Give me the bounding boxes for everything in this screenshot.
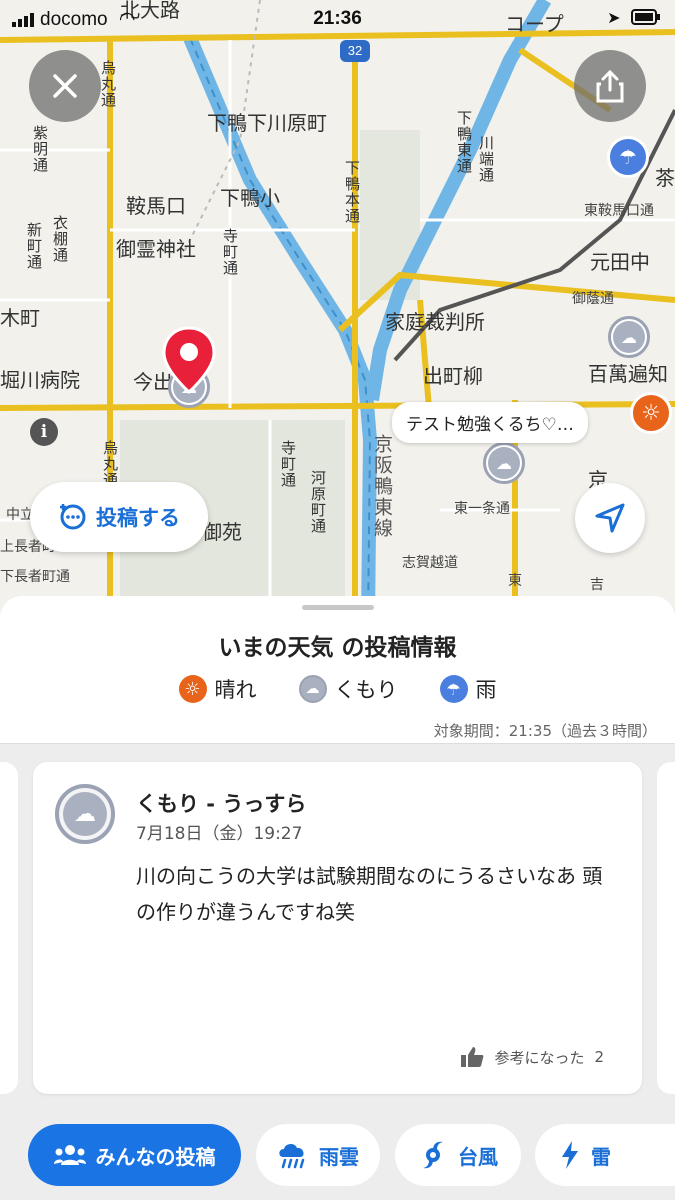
- location-arrow-icon: ➤: [607, 10, 621, 27]
- map-label: 下鴨本通: [343, 160, 361, 224]
- map-view[interactable]: 北大路 コープ 32 烏丸通 下鴨下川原町 下鴨本通 下鴨東通 川端通 紫明通 …: [0, 0, 675, 620]
- thumbs-up-icon: [461, 1047, 484, 1067]
- map-label: 下長者町通: [0, 569, 70, 585]
- station-label: 鞍馬口: [126, 194, 186, 218]
- cloud-icon: ☁: [298, 675, 327, 703]
- sun-icon: ☼: [178, 675, 207, 703]
- map-label: 御霊神社: [116, 237, 196, 261]
- current-location-button[interactable]: [575, 483, 645, 553]
- helpful-count: 2: [594, 1048, 604, 1066]
- legend-item-rain: ☂ 雨: [439, 674, 497, 704]
- map-label: 寺町通: [221, 228, 239, 276]
- next-post-card[interactable]: [657, 762, 675, 1094]
- status-bar: docomo ◠ 21:36 ➤: [0, 0, 675, 38]
- share-button[interactable]: [574, 50, 646, 122]
- map-label: 川端通: [477, 135, 495, 183]
- map-label: 堀川病院: [0, 368, 80, 392]
- legend-label: 晴れ: [214, 678, 257, 702]
- cloud-icon: ☁: [496, 453, 512, 473]
- post-button-label: 投稿する: [96, 506, 180, 530]
- close-icon: [53, 74, 77, 98]
- map-label: 吉: [590, 577, 604, 593]
- weather-legend: ☼ 晴れ ☁ くもり ☂ 雨: [0, 674, 675, 704]
- helpful-button[interactable]: 参考になった 2: [460, 1046, 604, 1068]
- map-label: 木町: [0, 306, 40, 330]
- bottom-sheet[interactable]: いまの天気 の投稿情報 ☼ 晴れ ☁ くもり ☂ 雨 対象期間：21:35（過去…: [0, 596, 675, 1200]
- info-icon[interactable]: i: [30, 418, 58, 446]
- map-label: 御蔭通: [572, 291, 614, 307]
- map-label: 紫明通: [31, 125, 49, 173]
- post-bubble[interactable]: テスト勉強くるち♡…: [392, 402, 588, 443]
- sun-icon: ☼: [641, 400, 661, 426]
- map-label: 下鴨小: [220, 186, 280, 210]
- map-label: 河原町通: [309, 470, 327, 534]
- post-title: くもり - うっすら: [136, 792, 307, 816]
- sheet-grabber[interactable]: [302, 605, 374, 610]
- legend-item-sunny: ☼ 晴れ: [178, 674, 257, 704]
- helpful-label: 参考になった: [494, 1048, 585, 1067]
- tab-label: 台風: [458, 1144, 498, 1169]
- map-label: 東: [508, 573, 522, 589]
- map-label: 志賀越道: [402, 555, 458, 571]
- typhoon-icon: [423, 1141, 443, 1169]
- map-label: 衣棚通: [51, 215, 69, 263]
- cloud-icon: ☁: [621, 327, 637, 347]
- map-label: 下鴨下川原町: [207, 111, 327, 135]
- rain-cloud-icon: [279, 1143, 305, 1169]
- map-label: 東鞍馬口通: [584, 203, 654, 219]
- status-right: ➤: [607, 8, 661, 28]
- map-label: 烏丸通: [101, 440, 119, 488]
- cloud-icon: ☁: [74, 801, 96, 827]
- station-label: 出町柳: [423, 364, 483, 388]
- selected-location-pin[interactable]: [162, 326, 216, 396]
- avatar: ☁: [55, 784, 115, 844]
- share-icon: [596, 69, 624, 103]
- map-label: 家庭裁判所: [385, 310, 485, 334]
- previous-post-card[interactable]: [0, 762, 18, 1094]
- close-button[interactable]: [29, 50, 101, 122]
- tab-lightning[interactable]: 雷: [535, 1124, 675, 1186]
- map-label: 寺町通: [279, 440, 297, 488]
- post-card[interactable]: ☁ くもり - うっすら 7月18日（金）19:27 川の向こうの大学は試験期間…: [33, 762, 642, 1094]
- station-label: 元田中: [590, 250, 650, 274]
- tab-label: 雨雲: [319, 1144, 359, 1169]
- legend-item-cloudy: ☁ くもり: [298, 674, 398, 704]
- cloud-pin[interactable]: ☁: [608, 316, 650, 358]
- umbrella-icon: ☂: [439, 675, 468, 703]
- tab-bar: みんなの投稿 雨雲 台風 雷: [0, 1124, 675, 1188]
- post-body: 川の向こうの大学は試験期間なのにうるさいなあ 頭の作りが違うんですね笑: [136, 864, 603, 924]
- map-label: 烏丸通: [99, 60, 117, 108]
- umbrella-icon: ☂: [619, 145, 637, 169]
- tab-everyone-posts[interactable]: みんなの投稿: [28, 1124, 241, 1186]
- map-label: 京阪鴨東線: [371, 434, 393, 539]
- tab-label: 雷: [591, 1144, 611, 1169]
- legend-label: くもり: [334, 678, 398, 702]
- post-button[interactable]: 投稿する: [30, 482, 208, 552]
- rain-pin[interactable]: ☂: [607, 136, 649, 178]
- target-period: 対象期間：21:35（過去３時間）: [433, 722, 657, 740]
- sheet-title: いまの天気 の投稿情報: [218, 635, 457, 661]
- sheet-header: いまの天気 の投稿情報 ☼ 晴れ ☁ くもり ☂ 雨 対象期間：21:35（過去…: [0, 596, 675, 744]
- post-date: 7月18日（金）19:27: [136, 824, 303, 844]
- lightning-icon: [562, 1141, 578, 1169]
- tab-typhoon[interactable]: 台風: [395, 1124, 521, 1186]
- map-label: 御苑: [202, 520, 242, 544]
- clock: 21:36: [313, 8, 362, 29]
- map-label: 茶: [655, 166, 675, 190]
- legend-label: 雨: [475, 678, 497, 702]
- tab-rain-cloud[interactable]: 雨雲: [256, 1124, 380, 1186]
- sun-pin[interactable]: ☼: [630, 392, 672, 434]
- route-badge: 32: [340, 40, 370, 62]
- map-label: 下鴨東通: [455, 110, 473, 174]
- battery-icon: [631, 9, 660, 25]
- map-label: 新町通: [25, 222, 43, 270]
- cloud-pin[interactable]: ☁: [483, 442, 525, 484]
- tab-label: みんなの投稿: [95, 1144, 216, 1169]
- post-chat-icon: [60, 504, 86, 530]
- map-label: 東一条通: [454, 501, 510, 517]
- people-icon: [53, 1145, 86, 1165]
- map-label: 百萬遍知: [588, 362, 668, 386]
- navigation-arrow-icon: [595, 503, 625, 533]
